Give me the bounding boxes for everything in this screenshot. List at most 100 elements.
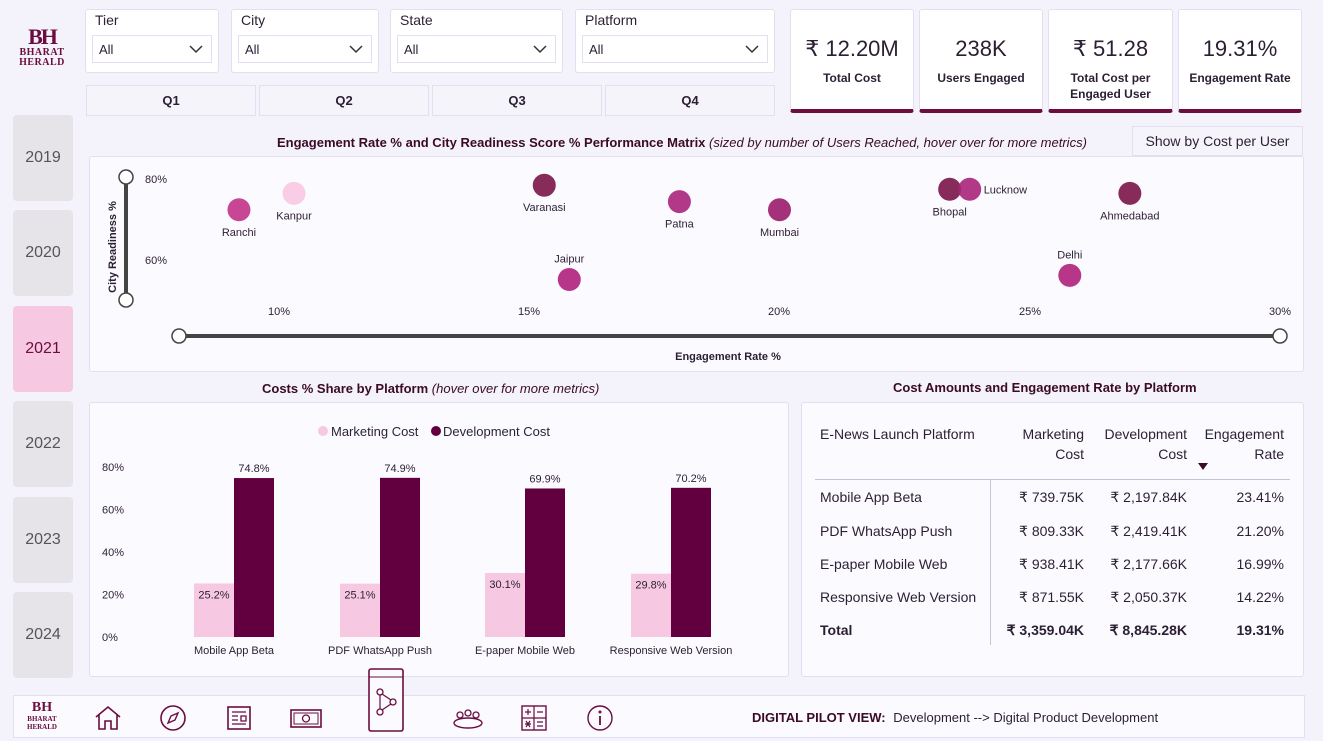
- bar-chart-subtitle: (hover over for more metrics): [431, 381, 600, 396]
- table-row-engagement: 23.41%: [1236, 489, 1284, 505]
- x-tick-label: 15%: [518, 306, 540, 318]
- table-row-platform: Responsive Web Version: [820, 589, 977, 605]
- scatter-point[interactable]: [557, 268, 581, 291]
- scatter-point[interactable]: [282, 181, 306, 205]
- state-value: All: [404, 42, 419, 57]
- home-icon[interactable]: [93, 705, 123, 731]
- quarter-q2-button[interactable]: Q2: [259, 85, 429, 116]
- year-2022-button[interactable]: 2022: [13, 401, 73, 487]
- platform-dropdown[interactable]: All: [582, 35, 768, 63]
- kpi-total-cost: ₹ 12.20M Total Cost: [790, 9, 914, 113]
- y-tick-label: 80%: [102, 462, 124, 474]
- scatter-point[interactable]: [938, 177, 962, 201]
- scatter-point-label: Kanpur: [276, 210, 312, 222]
- info-icon[interactable]: [586, 704, 614, 732]
- scatter-point[interactable]: [768, 198, 791, 222]
- chevron-down-icon: [745, 45, 759, 54]
- kpi-caption: Total Cost: [823, 71, 881, 85]
- view-indicator: DIGITAL PILOT VIEW: Development --> Digi…: [752, 710, 1158, 725]
- state-dropdown[interactable]: All: [397, 35, 556, 63]
- calculator-icon[interactable]: [520, 704, 548, 732]
- tier-label: Tier: [95, 12, 119, 28]
- compass-icon[interactable]: [159, 704, 187, 732]
- nav-logo-mark: BH: [31, 700, 53, 715]
- table-total-marketing: ₹ 3,359.04K: [1006, 622, 1084, 638]
- header-marketing-cost[interactable]: Marketing Cost: [982, 424, 1084, 464]
- x-axis-label: Engagement Rate %: [675, 351, 781, 363]
- view-label: DIGITAL PILOT VIEW:: [752, 710, 886, 725]
- bar-chart-title: Costs % Share by Platform (hover over fo…: [262, 381, 599, 396]
- y-tick-label: 20%: [102, 590, 124, 602]
- quarter-q1-button[interactable]: Q1: [86, 85, 256, 116]
- quarter-q3-button[interactable]: Q3: [432, 85, 602, 116]
- year-2024-button[interactable]: 2024: [13, 592, 73, 678]
- header-marketing-line1: Marketing: [1022, 426, 1084, 442]
- scatter-point-label: Delhi: [1057, 249, 1082, 261]
- bar-chart: Marketing Cost Development Cost 80% 60% 40…: [102, 424, 732, 657]
- scatter-point[interactable]: [532, 173, 556, 197]
- show-cost-per-user-button[interactable]: Show by Cost per User: [1132, 126, 1303, 156]
- nav-logo[interactable]: BH BHARAT HERALD: [24, 700, 60, 732]
- x-tick-label: 20%: [768, 306, 790, 318]
- year-2019-button[interactable]: 2019: [13, 115, 73, 201]
- x-tick-label: 30%: [1269, 306, 1291, 318]
- platform-slicer: Platform All: [575, 9, 775, 73]
- tier-dropdown[interactable]: All: [92, 35, 212, 63]
- platform-value: All: [589, 42, 604, 57]
- x-range-handle-left[interactable]: [171, 328, 187, 344]
- header-development-cost[interactable]: Development Cost: [1082, 424, 1188, 464]
- digital-network-icon[interactable]: [368, 668, 404, 732]
- scatter-point[interactable]: [1058, 263, 1082, 287]
- state-slicer: State All: [390, 9, 563, 73]
- scatter-point[interactable]: [227, 198, 251, 222]
- bottom-nav: BH BHARAT HERALD DIGITAL PILOT VIEW: Dev…: [13, 668, 1305, 738]
- development-cost-bar[interactable]: [380, 477, 420, 637]
- x-range-handle-right[interactable]: [1272, 328, 1288, 344]
- scatter-point[interactable]: [958, 177, 982, 201]
- kpi-value: ₹ 51.28: [1072, 36, 1149, 61]
- table-row-development: ₹ 2,197.84K: [1110, 489, 1187, 505]
- sort-desc-icon: [1198, 463, 1208, 470]
- table-total-label: Total: [820, 622, 853, 638]
- y-tick-label: 40%: [102, 547, 124, 559]
- bar-data-label: 74.9%: [384, 463, 415, 475]
- y-tick-label: 80%: [145, 174, 167, 186]
- table-title: Cost Amounts and Engagement Rate by Plat…: [893, 380, 1197, 395]
- header-engagement-rate[interactable]: Engagement Rate: [1186, 424, 1284, 464]
- table-row-platform: Mobile App Beta: [820, 489, 922, 505]
- development-cost-bar[interactable]: [525, 488, 565, 637]
- development-cost-bar[interactable]: [234, 478, 274, 637]
- table-row-development: ₹ 2,177.66K: [1110, 556, 1187, 572]
- kpi-caption: Total Cost per Engaged User: [1070, 71, 1151, 101]
- header-platform[interactable]: E-News Launch Platform: [820, 424, 975, 444]
- scatter-points: Ranchi Kanpur Varanasi Jaipur Patna Mumbai Bho…: [222, 173, 1160, 291]
- chevron-down-icon: [533, 45, 547, 54]
- money-icon[interactable]: [288, 705, 324, 731]
- year-2020-button[interactable]: 2020: [13, 210, 73, 296]
- bar-data-label: 69.9%: [529, 473, 560, 485]
- kpi-cost-per-user: ₹ 51.28 Total Cost per Engaged User: [1048, 9, 1173, 113]
- y-range-handle-bottom[interactable]: [118, 292, 134, 308]
- scatter-point[interactable]: [667, 190, 691, 214]
- people-icon[interactable]: [451, 705, 485, 731]
- y-tick-label: 60%: [145, 255, 167, 267]
- y-range-handle-top[interactable]: [118, 169, 134, 185]
- year-2021-button[interactable]: 2021: [13, 306, 73, 392]
- x-tick-label: 25%: [1019, 306, 1041, 318]
- development-cost-bar[interactable]: [671, 487, 711, 637]
- scatter-point[interactable]: [1118, 181, 1142, 205]
- scatter-chart: City Readiness % 80% 60% 10% 15% 20% 25%…: [107, 169, 1291, 363]
- newspaper-icon[interactable]: [225, 704, 253, 732]
- tier-value: All: [99, 42, 114, 57]
- logo-line2: HERALD: [19, 57, 65, 68]
- year-2023-button[interactable]: 2023: [13, 497, 73, 583]
- header-engagement-line2: Rate: [1254, 446, 1284, 462]
- scatter-point-label: Jaipur: [554, 254, 584, 266]
- city-slicer: City All: [231, 9, 379, 73]
- legend-marketing-swatch: [318, 426, 328, 436]
- nav-logo-line1: BHARAT: [27, 715, 57, 723]
- header-divider: [815, 479, 1290, 480]
- quarter-q4-button[interactable]: Q4: [605, 85, 775, 116]
- city-dropdown[interactable]: All: [238, 35, 372, 63]
- table-total-development: ₹ 8,845.28K: [1109, 622, 1187, 638]
